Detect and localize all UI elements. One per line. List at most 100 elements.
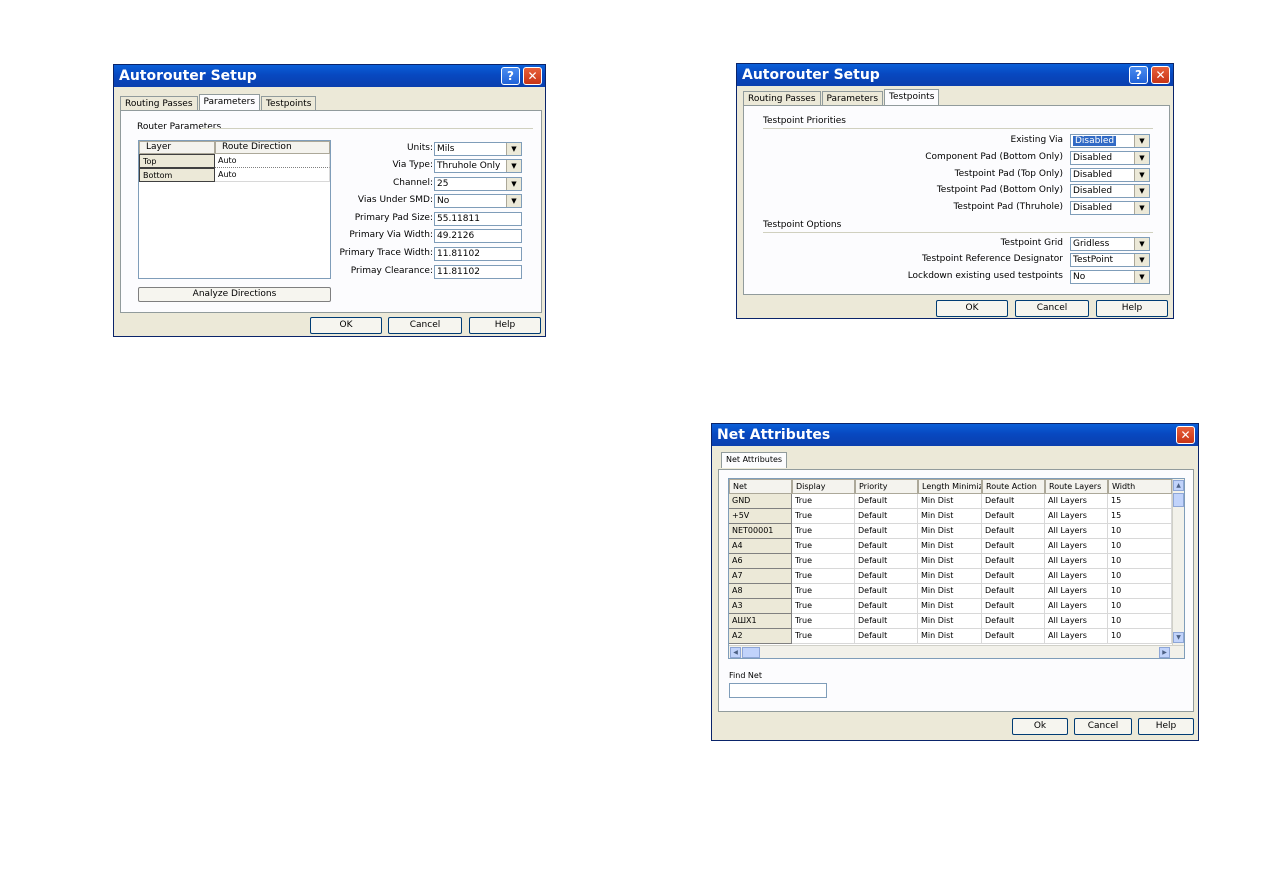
tab-testpoints[interactable]: Testpoints	[884, 89, 940, 105]
primary-pad-size-field[interactable]: 55.11811	[434, 212, 522, 226]
table-cell[interactable]: Min Dist	[918, 614, 982, 629]
help-icon[interactable]: ?	[1129, 66, 1148, 84]
table-cell[interactable]: All Layers	[1045, 509, 1108, 524]
column-header-length-minimize[interactable]: Length Minimize	[918, 479, 982, 494]
table-cell[interactable]: Min Dist	[918, 494, 982, 509]
column-header-width[interactable]: Width	[1108, 479, 1172, 494]
table-cell[interactable]: 10	[1108, 584, 1172, 599]
ok-button[interactable]: OK	[310, 317, 382, 334]
table-cell[interactable]: Default	[982, 539, 1045, 554]
table-cell[interactable]: True	[792, 494, 855, 509]
vias-under-smd-select[interactable]: No ▼	[434, 194, 522, 208]
table-cell[interactable]: True	[792, 584, 855, 599]
testpoint-reference-designator-select[interactable]: TestPoint ▼	[1070, 253, 1150, 267]
chevron-down-icon[interactable]: ▼	[1134, 271, 1149, 283]
table-cell[interactable]: Min Dist	[918, 554, 982, 569]
table-cell[interactable]: All Layers	[1045, 494, 1108, 509]
table-cell[interactable]: True	[792, 554, 855, 569]
analyze-directions-button[interactable]: Analyze Directions	[138, 287, 331, 302]
scroll-up-icon[interactable]: ▲	[1173, 480, 1184, 491]
testpoint-pad-top-select[interactable]: Disabled ▼	[1070, 168, 1150, 182]
table-cell[interactable]: All Layers	[1045, 569, 1108, 584]
vertical-scrollbar[interactable]: ▲ ▼	[1172, 479, 1184, 645]
scroll-down-icon[interactable]: ▼	[1173, 632, 1184, 643]
help-icon[interactable]: ?	[501, 67, 520, 85]
chevron-down-icon[interactable]: ▼	[506, 143, 521, 155]
existing-via-select[interactable]: Disabled ▼	[1070, 134, 1150, 148]
table-cell[interactable]: 15	[1108, 509, 1172, 524]
table-row-header[interactable]: A3	[729, 599, 792, 614]
table-cell[interactable]: Default	[982, 599, 1045, 614]
table-cell[interactable]: Default	[982, 494, 1045, 509]
testpoint-pad-bottom-select[interactable]: Disabled ▼	[1070, 184, 1150, 198]
table-cell[interactable]: All Layers	[1045, 524, 1108, 539]
chevron-down-icon[interactable]: ▼	[1134, 202, 1149, 214]
table-cell[interactable]: Min Dist	[918, 599, 982, 614]
cancel-button[interactable]: Cancel	[1074, 718, 1132, 735]
via-type-select[interactable]: Thruhole Only ▼	[434, 159, 522, 173]
chevron-down-icon[interactable]: ▼	[1134, 135, 1149, 147]
table-row-header[interactable]: A2	[729, 629, 792, 644]
primary-trace-width-field[interactable]: 11.81102	[434, 247, 522, 261]
table-cell[interactable]: True	[792, 524, 855, 539]
component-pad-bottom-select[interactable]: Disabled ▼	[1070, 151, 1150, 165]
tab-routing-passes[interactable]: Routing Passes	[743, 91, 821, 105]
table-cell[interactable]: Default	[982, 614, 1045, 629]
table-cell[interactable]: 10	[1108, 569, 1172, 584]
table-cell[interactable]: Min Dist	[918, 509, 982, 524]
close-icon[interactable]: ✕	[523, 67, 542, 85]
units-select[interactable]: Mils ▼	[434, 142, 522, 156]
table-cell[interactable]: Default	[855, 599, 918, 614]
table-cell[interactable]: Default	[982, 584, 1045, 599]
testpoint-pad-thruhole-select[interactable]: Disabled ▼	[1070, 201, 1150, 215]
table-row-header[interactable]: A7	[729, 569, 792, 584]
close-icon[interactable]: ✕	[1176, 426, 1195, 444]
chevron-down-icon[interactable]: ▼	[506, 195, 521, 207]
table-cell[interactable]: True	[792, 569, 855, 584]
table-row-header[interactable]: GND	[729, 494, 792, 509]
net-attributes-grid[interactable]: Net Display Priority Length Minimize Rou…	[728, 478, 1185, 659]
table-cell[interactable]: Default	[855, 494, 918, 509]
horizontal-scrollbar[interactable]: ◀ ▶	[729, 645, 1184, 658]
column-header-priority[interactable]: Priority	[855, 479, 918, 494]
grid-row-layer-top[interactable]: Top	[139, 154, 215, 168]
find-net-input[interactable]	[729, 683, 827, 698]
table-cell[interactable]: Default	[855, 629, 918, 644]
table-cell[interactable]: Default	[855, 584, 918, 599]
table-cell[interactable]: Min Dist	[918, 629, 982, 644]
chevron-down-icon[interactable]: ▼	[506, 160, 521, 172]
help-button[interactable]: Help	[1096, 300, 1168, 317]
table-cell[interactable]: All Layers	[1045, 584, 1108, 599]
hscroll-thumb[interactable]	[742, 647, 760, 658]
cancel-button[interactable]: Cancel	[388, 317, 462, 334]
layer-direction-grid[interactable]: Layer Route Direction Top Auto Bottom Au…	[138, 140, 331, 279]
ok-button[interactable]: OK	[936, 300, 1008, 317]
table-cell[interactable]: Min Dist	[918, 584, 982, 599]
table-cell[interactable]: Min Dist	[918, 539, 982, 554]
table-row-header[interactable]: A4	[729, 539, 792, 554]
table-cell[interactable]: All Layers	[1045, 599, 1108, 614]
column-header-route-direction[interactable]: Route Direction	[215, 141, 330, 154]
primary-clearance-field[interactable]: 11.81102	[434, 265, 522, 279]
table-cell[interactable]: 10	[1108, 554, 1172, 569]
cancel-button[interactable]: Cancel	[1015, 300, 1089, 317]
scroll-thumb[interactable]	[1173, 493, 1184, 507]
table-cell[interactable]: Default	[855, 554, 918, 569]
table-row-header[interactable]: A8	[729, 584, 792, 599]
table-cell[interactable]: Default	[855, 524, 918, 539]
primary-via-width-field[interactable]: 49.2126	[434, 229, 522, 243]
table-cell[interactable]: True	[792, 599, 855, 614]
table-cell[interactable]: Default	[855, 614, 918, 629]
chevron-down-icon[interactable]: ▼	[1134, 169, 1149, 181]
table-row-header[interactable]: +5V	[729, 509, 792, 524]
help-button[interactable]: Help	[469, 317, 541, 334]
chevron-down-icon[interactable]: ▼	[1134, 254, 1149, 266]
table-cell[interactable]: True	[792, 539, 855, 554]
lockdown-testpoints-select[interactable]: No ▼	[1070, 270, 1150, 284]
table-cell[interactable]: Default	[982, 509, 1045, 524]
table-cell[interactable]: Default	[855, 539, 918, 554]
table-row-header[interactable]: NET00001	[729, 524, 792, 539]
table-cell[interactable]: Default	[982, 629, 1045, 644]
table-cell[interactable]: True	[792, 629, 855, 644]
tab-routing-passes[interactable]: Routing Passes	[120, 96, 198, 110]
